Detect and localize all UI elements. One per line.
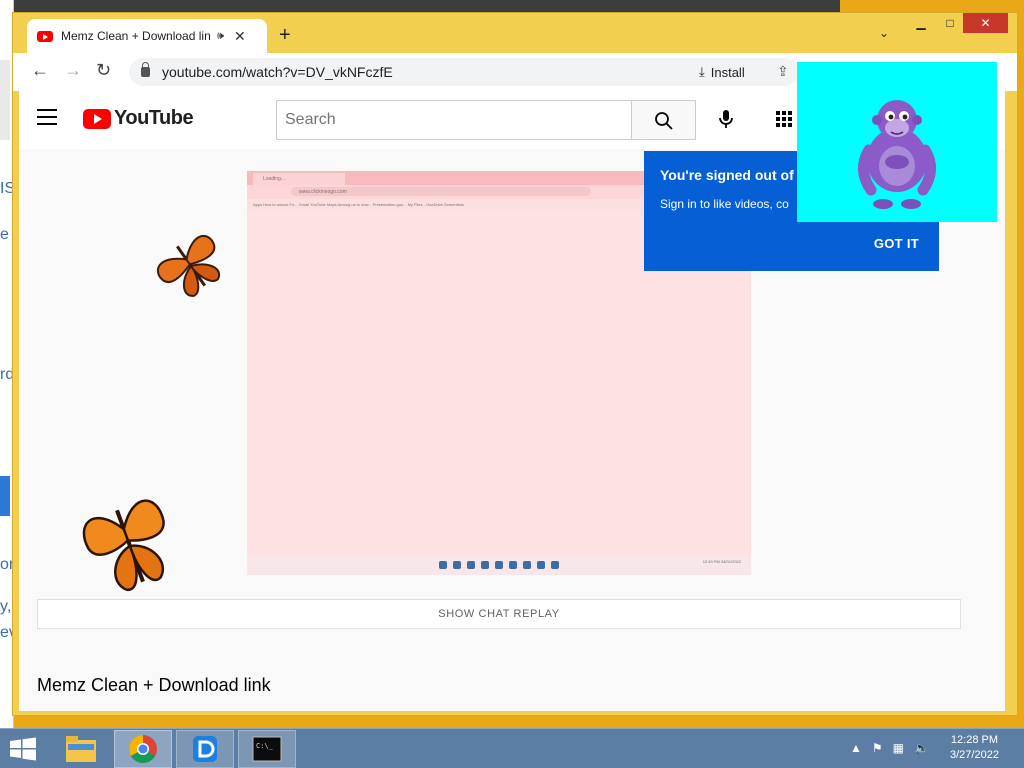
chevron-down-icon[interactable]: ⌄: [879, 26, 889, 40]
browser-tab[interactable]: Memz Clean + Download lin 🕪 ✕: [27, 19, 267, 53]
system-tray: ▲ ⚑ ▦ 🔈: [850, 741, 929, 755]
blue-app-icon[interactable]: [176, 730, 234, 768]
search-input[interactable]: [276, 100, 632, 140]
action-center-flag-icon[interactable]: ⚑: [872, 741, 883, 755]
network-icon[interactable]: ▦: [893, 741, 904, 755]
maximize-button[interactable]: □: [935, 13, 965, 33]
tab-title: Memz Clean + Download lin: [61, 29, 211, 43]
youtube-logo-icon: [83, 108, 111, 129]
embedded-taskbar: 12:49 PM 04/01/2022: [247, 555, 751, 575]
microphone-button[interactable]: [712, 105, 740, 133]
butterfly-icon: [157, 234, 221, 297]
background-text-fragment: rd: [0, 366, 12, 383]
share-icon[interactable]: ⇪: [777, 63, 789, 80]
close-window-button[interactable]: ✕: [963, 13, 1008, 33]
background-blue-button: [0, 476, 10, 516]
windows-start-icon[interactable]: [8, 737, 38, 761]
new-tab-button[interactable]: +: [279, 24, 291, 47]
got-it-button[interactable]: GOT IT: [874, 236, 919, 251]
search-button[interactable]: [632, 100, 696, 140]
clock-date: 3/27/2022: [950, 749, 999, 761]
cmd-icon[interactable]: C:\_: [238, 730, 296, 768]
search-icon: [655, 112, 673, 130]
taskbar-clock[interactable]: 12:28 PM 3/27/2022: [950, 733, 999, 763]
svg-text:C:\_: C:\_: [256, 742, 274, 750]
url-text[interactable]: youtube.com/watch?v=DV_vkNFczfE: [162, 64, 393, 80]
clock-time: 12:28 PM: [950, 734, 999, 746]
volume-muted-icon[interactable]: 🔈: [914, 741, 929, 755]
youtube-logo[interactable]: YouTube: [83, 107, 194, 130]
chrome-icon[interactable]: [114, 730, 172, 768]
install-button[interactable]: ⤓ Install: [699, 64, 745, 80]
close-icon[interactable]: ✕: [234, 28, 246, 45]
background-text-fragment: or: [0, 556, 12, 573]
speaker-icon[interactable]: 🕪: [217, 30, 224, 43]
file-explorer-icon[interactable]: [52, 730, 110, 768]
chevron-up-icon[interactable]: ▲: [850, 741, 862, 755]
background-text-fragment: y,: [0, 598, 12, 615]
forward-arrow-icon[interactable]: →: [64, 60, 82, 81]
background-text-fragment: IS: [0, 180, 12, 197]
microphone-icon: [719, 110, 733, 128]
background-window-titlebar: [0, 0, 840, 12]
install-icon: ⤓: [699, 64, 705, 79]
embedded-tab: Loading...: [253, 173, 345, 185]
youtube-logo-text: YouTube: [114, 107, 194, 129]
video-title: Memz Clean + Download link: [37, 675, 271, 695]
tab-strip: Memz Clean + Download lin 🕪 ✕ + ⌄ ▁ □ ✕: [13, 13, 1017, 53]
reload-icon[interactable]: ↻: [96, 60, 111, 81]
embedded-url: www.clickmeogo.com: [291, 187, 591, 196]
lock-icon[interactable]: [141, 62, 150, 77]
install-label: Install: [710, 64, 745, 80]
back-arrow-icon[interactable]: ←: [31, 60, 49, 81]
bonzi-buddy-window[interactable]: [797, 62, 997, 222]
taskbar: C:\_ ▲ ⚑ ▦ 🔈 12:28 PM 3/27/2022: [0, 728, 1024, 768]
butterfly-icon: [82, 499, 165, 591]
minimize-button[interactable]: ▁: [906, 13, 936, 33]
background-text-fragment: e: [0, 226, 9, 243]
background-bar: [0, 60, 10, 140]
menu-icon[interactable]: [37, 109, 57, 125]
purple-gorilla-icon: [858, 100, 936, 209]
embedded-clock: 12:49 PM 04/01/2022: [702, 559, 741, 564]
apps-grid-icon[interactable]: [776, 111, 792, 127]
youtube-favicon-icon: [37, 30, 53, 42]
background-text-fragment: ev: [0, 624, 12, 641]
